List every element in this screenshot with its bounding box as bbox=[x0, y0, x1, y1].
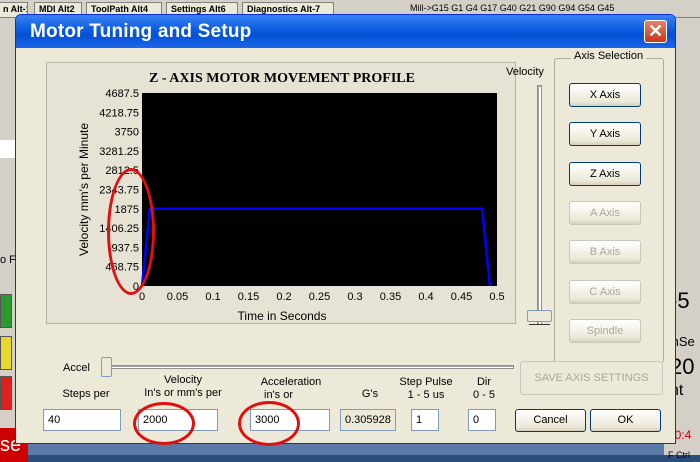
dir-label-line2: 0 - 5 bbox=[472, 389, 495, 401]
background-gcode-status: Mill->G15 G1 G4 G17 G40 G21 G90 G94 G54 … bbox=[410, 3, 615, 13]
x-tick-label: 0.05 bbox=[167, 291, 188, 303]
x-tick-label: 0.3 bbox=[347, 291, 362, 303]
acceleration-label: Acceleration in's or bbox=[246, 376, 336, 402]
dialog-title: Motor Tuning and Setup bbox=[30, 21, 252, 42]
accel-slider-track[interactable] bbox=[102, 365, 514, 369]
velocity-slider-tick bbox=[529, 324, 550, 325]
y-tick-label: 4218.75 bbox=[99, 107, 139, 119]
chart-plot-area bbox=[142, 93, 497, 286]
steps-per-label: Steps per bbox=[62, 388, 110, 400]
dialog-titlebar[interactable]: Motor Tuning and Setup ✕ bbox=[16, 15, 675, 48]
cancel-button[interactable]: Cancel bbox=[515, 409, 586, 432]
save-axis-settings-button[interactable]: SAVE AXIS SETTINGS bbox=[520, 361, 663, 395]
x-tick-label: 0.45 bbox=[451, 291, 472, 303]
ok-button[interactable]: OK bbox=[590, 409, 661, 432]
velocity-slider-thumb[interactable] bbox=[527, 310, 552, 322]
x-axis-button[interactable]: X Axis bbox=[569, 83, 641, 107]
close-button[interactable]: ✕ bbox=[644, 20, 667, 43]
red-annotation-circle-velocity bbox=[133, 402, 195, 445]
background-red-button[interactable] bbox=[0, 376, 12, 410]
x-tick-label: 0.1 bbox=[205, 291, 220, 303]
spindle-button[interactable]: Spindle bbox=[569, 319, 641, 343]
x-tick-label: 0 bbox=[139, 291, 145, 303]
dir-field[interactable]: 0 bbox=[468, 409, 496, 431]
y-axis-button[interactable]: Y Axis bbox=[569, 122, 641, 146]
x-tick-label: 0.35 bbox=[380, 291, 401, 303]
c-axis-button[interactable]: C Axis bbox=[569, 280, 641, 304]
velocity-slider-track[interactable] bbox=[537, 85, 542, 325]
accel-slider-thumb[interactable] bbox=[101, 357, 112, 377]
acceleration-label-line2: in's or bbox=[264, 389, 293, 401]
chart-title: Z - AXIS MOTOR MOVEMENT PROFILE bbox=[149, 71, 415, 86]
step-pulse-label-line1: Step Pulse bbox=[399, 376, 453, 388]
velocity-label-line2: In's or mm's per bbox=[144, 387, 222, 399]
x-axis-label: Time in Seconds bbox=[238, 309, 327, 323]
gs-label: G's bbox=[361, 388, 379, 400]
background-green-button[interactable] bbox=[0, 294, 12, 328]
velocity-label: Velocity In's or mm's per bbox=[134, 374, 232, 400]
step-pulse-label: Step Pulse 1 - 5 us bbox=[398, 376, 454, 402]
velocity-label-line1: Velocity bbox=[164, 374, 202, 386]
y-axis-label: Velocity mm's per Minute bbox=[77, 123, 91, 256]
x-tick-label: 0.5 bbox=[489, 291, 504, 303]
close-icon: ✕ bbox=[647, 21, 664, 41]
dir-label-line1: Dir bbox=[476, 376, 492, 388]
y-tick-label: 4687.5 bbox=[105, 88, 139, 100]
accel-slider-label: Accel bbox=[63, 362, 90, 374]
y-tick-label: 3281.25 bbox=[99, 146, 139, 158]
y-tick-label: 3750 bbox=[115, 127, 139, 139]
x-tick-label: 0.2 bbox=[276, 291, 291, 303]
x-tick-label: 0.15 bbox=[238, 291, 259, 303]
axis-selection-label: Axis Selection bbox=[571, 50, 647, 62]
background-readout: F Ctrl bbox=[668, 450, 690, 460]
gs-field: 0.305928 bbox=[340, 409, 396, 431]
velocity-slider-label: Velocity bbox=[506, 66, 544, 78]
x-tick-label: 0.4 bbox=[418, 291, 433, 303]
step-pulse-label-line2: 1 - 5 us bbox=[407, 389, 445, 401]
red-annotation-circle-graph bbox=[107, 168, 155, 295]
steps-per-field[interactable]: 40 bbox=[43, 409, 121, 431]
red-annotation-circle-acceleration bbox=[238, 401, 300, 446]
a-axis-button[interactable]: A Axis bbox=[569, 201, 641, 225]
x-tick-label: 0.25 bbox=[309, 291, 330, 303]
step-pulse-field[interactable]: 1 bbox=[411, 409, 439, 431]
dir-label: Dir 0 - 5 bbox=[466, 376, 502, 402]
acceleration-label-line1: Acceleration bbox=[260, 376, 322, 388]
b-axis-button[interactable]: B Axis bbox=[569, 240, 641, 264]
background-yellow-button[interactable] bbox=[0, 336, 12, 370]
z-axis-button[interactable]: Z Axis bbox=[569, 162, 641, 186]
